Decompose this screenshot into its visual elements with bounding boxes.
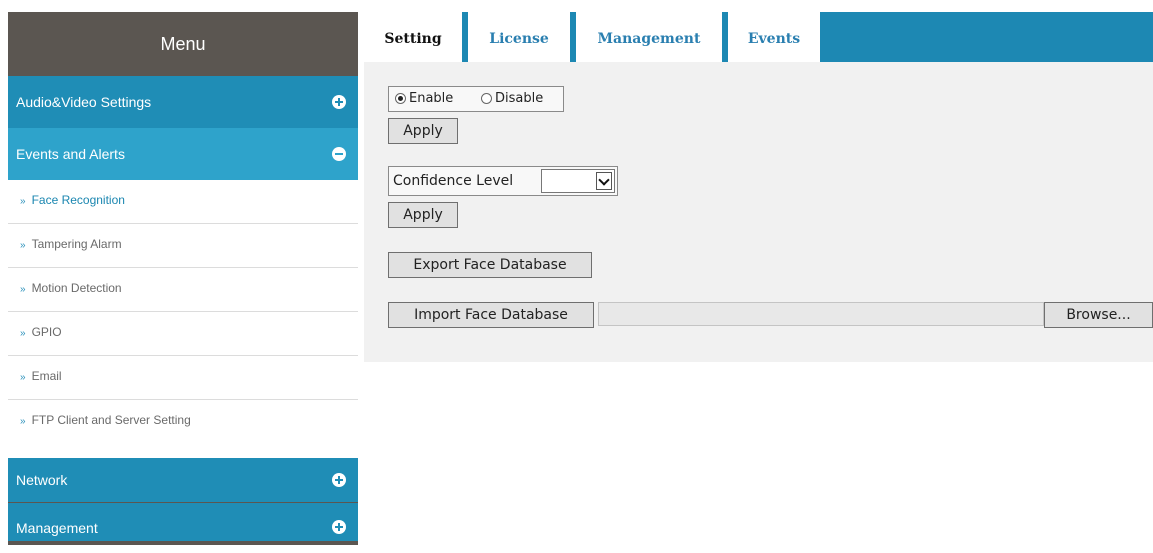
- sidebar-item-gpio[interactable]: » GPIO: [8, 312, 358, 356]
- chevron-right-icon: »: [20, 372, 26, 383]
- sidebar-group-label: Network: [16, 472, 68, 488]
- tab-license[interactable]: License: [468, 12, 570, 62]
- chevron-right-icon: »: [20, 196, 26, 207]
- sidebar-item-label: Email: [31, 369, 62, 383]
- enable-radio[interactable]: [395, 93, 406, 104]
- sidebar-item-label: Motion Detection: [31, 281, 122, 295]
- sidebar-item-motion-detection[interactable]: » Motion Detection: [8, 268, 358, 312]
- sidebar-group-network[interactable]: Network: [8, 458, 358, 502]
- enable-label: Enable: [409, 91, 454, 106]
- sidebar-group-events-alerts[interactable]: Events and Alerts: [8, 128, 358, 180]
- sidebar-item-email[interactable]: » Email: [8, 356, 358, 400]
- tab-bar: Setting License Management Events: [364, 12, 1153, 62]
- collapse-minus-icon[interactable]: [332, 147, 346, 161]
- sidebar-item-ftp[interactable]: » FTP Client and Server Setting: [8, 400, 358, 444]
- chevron-right-icon: »: [20, 416, 26, 427]
- sidebar-item-tampering-alarm[interactable]: » Tampering Alarm: [8, 224, 358, 268]
- confidence-level-label: Confidence Level: [393, 173, 514, 189]
- disable-label: Disable: [495, 91, 544, 106]
- export-face-database-button[interactable]: Export Face Database: [388, 252, 592, 278]
- import-face-database-button[interactable]: Import Face Database: [388, 302, 594, 328]
- enable-disable-group: Enable Disable: [388, 86, 564, 112]
- sidebar-item-label: GPIO: [31, 325, 62, 339]
- face-recognition-panel: Enable Disable Apply Confidence Level Ap…: [364, 62, 1153, 362]
- menu-title: Menu: [8, 12, 358, 76]
- chevron-right-icon: »: [20, 240, 26, 251]
- confidence-level-select[interactable]: [541, 169, 615, 193]
- import-file-path-field[interactable]: [598, 302, 1044, 326]
- sidebar-item-label: Face Recognition: [31, 193, 125, 207]
- events-submenu: » Face Recognition » Tampering Alarm » Moti…: [8, 180, 358, 458]
- tab-setting[interactable]: Setting: [364, 12, 462, 62]
- expand-plus-icon[interactable]: [332, 473, 346, 487]
- confidence-level-group: Confidence Level: [388, 166, 618, 196]
- chevron-right-icon: »: [20, 328, 26, 339]
- sidebar-group-audio-video[interactable]: Audio&Video Settings: [8, 76, 358, 128]
- sidebar-item-label: Tampering Alarm: [31, 237, 122, 251]
- tab-management[interactable]: Management: [576, 12, 722, 62]
- tab-events[interactable]: Events: [728, 12, 820, 62]
- chevron-down-icon[interactable]: [596, 172, 612, 190]
- sidebar-group-label: Events and Alerts: [16, 146, 125, 162]
- sidebar-group-label: Audio&Video Settings: [16, 94, 152, 110]
- sidebar-item-label: FTP Client and Server Setting: [31, 413, 191, 427]
- disable-radio[interactable]: [481, 93, 492, 104]
- expand-plus-icon[interactable]: [332, 520, 346, 534]
- sidebar-menu: Menu Audio&Video Settings Events and Ale…: [8, 12, 358, 545]
- apply-enable-button[interactable]: Apply: [388, 118, 458, 144]
- browse-button[interactable]: Browse...: [1044, 302, 1153, 328]
- sidebar-item-face-recognition[interactable]: » Face Recognition: [8, 180, 358, 224]
- apply-confidence-button[interactable]: Apply: [388, 202, 458, 228]
- chevron-right-icon: »: [20, 284, 26, 295]
- expand-plus-icon[interactable]: [332, 95, 346, 109]
- sidebar-group-label: Management: [16, 520, 98, 536]
- sidebar-group-management[interactable]: Management: [8, 503, 358, 541]
